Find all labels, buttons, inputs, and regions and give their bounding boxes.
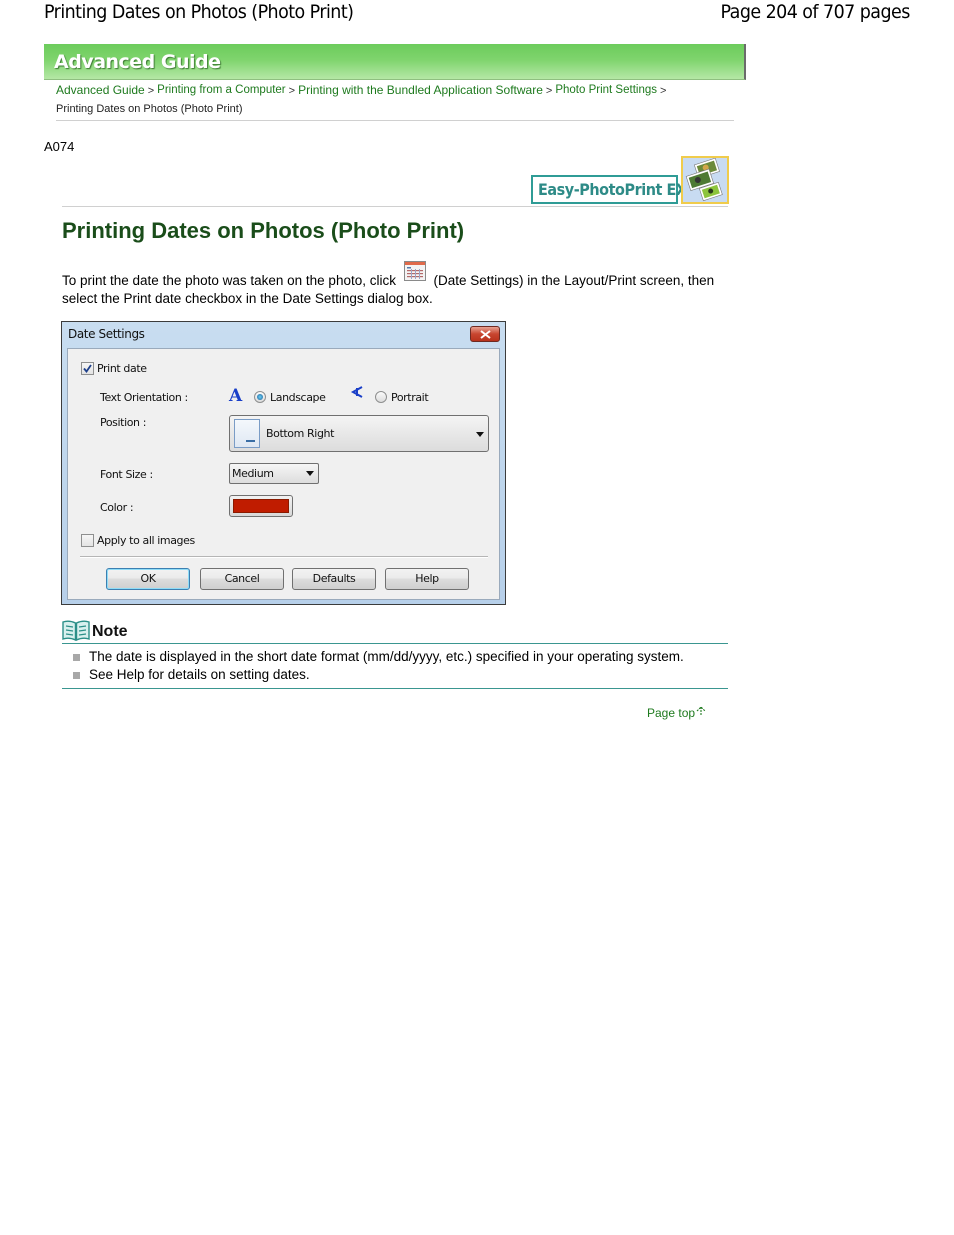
portrait-radio[interactable]	[375, 391, 387, 403]
apply-all-checkbox[interactable]	[81, 534, 94, 547]
color-label: Color :	[100, 501, 134, 514]
date-settings-dialog: Date Settings Print date Text Orientatio…	[61, 321, 506, 605]
dialog-body: Print date Text Orientation : A Landscap…	[67, 348, 500, 600]
breadcrumb-separator: >	[660, 85, 667, 97]
bullet-icon	[73, 654, 80, 661]
intro-paragraph: To print the date the photo was taken on…	[62, 261, 742, 308]
cancel-button[interactable]: Cancel	[200, 568, 284, 590]
position-value: Bottom Right	[266, 427, 335, 440]
breadcrumb: Advanced Guide > Printing from a Computer >…	[56, 82, 736, 118]
breadcrumb-printing-from-computer[interactable]: Printing from a Computer	[157, 84, 285, 96]
document-header: Printing Dates on Photos (Photo Print) P…	[0, 0, 954, 30]
portrait-orientation-icon	[350, 385, 364, 406]
breadcrumb-bundled-software[interactable]: Printing with the Bundled Application So…	[298, 83, 543, 97]
document-code: A074	[44, 139, 75, 154]
chevron-down-icon	[306, 471, 314, 476]
note-item: See Help for details on setting dates.	[73, 666, 684, 684]
document-title: Printing Dates on Photos (Photo Print)	[44, 1, 354, 23]
banner-label: Advanced Guide	[54, 51, 221, 73]
note-divider-bottom	[62, 688, 728, 689]
landscape-orientation-icon: A	[229, 386, 243, 406]
dialog-close-button[interactable]	[470, 326, 500, 342]
ok-button[interactable]: OK	[106, 568, 190, 590]
text-orientation-label: Text Orientation :	[100, 391, 188, 404]
note-item-text: See Help for details on setting dates.	[89, 667, 310, 682]
apply-all-label: Apply to all images	[97, 534, 195, 547]
breadcrumb-separator: >	[147, 85, 155, 97]
page-top-label: Page top	[647, 706, 696, 720]
font-size-dropdown[interactable]: Medium	[229, 463, 319, 484]
help-button[interactable]: Help	[385, 568, 469, 590]
breadcrumb-photo-print-settings[interactable]: Photo Print Settings	[555, 84, 657, 96]
landscape-radio[interactable]	[254, 391, 266, 403]
font-size-value: Medium	[232, 467, 274, 480]
position-preview-icon	[234, 419, 260, 448]
note-item-text: The date is displayed in the short date …	[89, 649, 684, 664]
print-date-checkbox[interactable]	[81, 362, 94, 375]
breadcrumb-separator: >	[288, 85, 296, 97]
checkmark-icon	[83, 364, 92, 373]
date-settings-icon	[403, 261, 426, 281]
portrait-label: Portrait	[391, 391, 429, 404]
product-logo: Easy-PhotoPrint EX	[531, 175, 687, 204]
arrow-up-icon	[696, 705, 706, 720]
note-list: The date is displayed in the short date …	[73, 648, 684, 684]
position-label: Position :	[100, 416, 147, 429]
note-item: The date is displayed in the short date …	[73, 648, 684, 666]
note-divider-top	[62, 643, 728, 644]
dialog-title: Date Settings	[68, 327, 145, 341]
defaults-button[interactable]: Defaults	[292, 568, 376, 590]
color-swatch	[233, 499, 289, 513]
page-indicator: Page 204 of 707 pages	[720, 1, 911, 23]
divider	[62, 206, 728, 207]
position-dropdown[interactable]: Bottom Right	[229, 415, 489, 452]
font-size-label: Font Size :	[100, 468, 153, 481]
breadcrumb-current: Printing Dates on Photos (Photo Print)	[56, 103, 243, 115]
page-top-link[interactable]: Page top	[647, 705, 706, 720]
product-logo-text: Easy-PhotoPrint EX	[538, 180, 687, 199]
dialog-titlebar[interactable]: Date Settings	[62, 322, 505, 346]
page-title: Printing Dates on Photos (Photo Print)	[62, 218, 465, 243]
bullet-icon	[73, 672, 80, 679]
chevron-down-icon	[476, 432, 484, 437]
color-picker-button[interactable]	[229, 495, 293, 517]
breadcrumb-advanced-guide[interactable]: Advanced Guide	[56, 83, 145, 97]
close-icon	[480, 330, 491, 339]
divider	[56, 120, 734, 121]
print-date-label: Print date	[97, 362, 147, 375]
advanced-guide-banner: Advanced Guide	[44, 44, 746, 80]
intro-text-before: To print the date the photo was taken on…	[62, 273, 396, 288]
landscape-label: Landscape	[270, 391, 326, 404]
photos-stack-icon	[681, 156, 729, 204]
note-label: Note	[92, 623, 128, 640]
breadcrumb-separator: >	[545, 85, 553, 97]
dialog-divider	[80, 556, 488, 557]
